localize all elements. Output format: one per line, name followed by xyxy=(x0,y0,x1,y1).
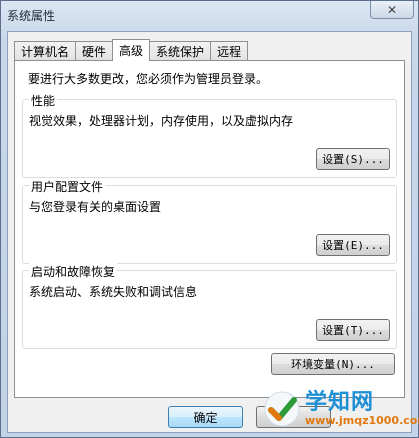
tab-hardware[interactable]: 硬件 xyxy=(75,41,114,61)
tab-label: 计算机名 xyxy=(21,45,70,59)
window-title: 系统属性 xyxy=(7,9,56,23)
tab-label: 硬件 xyxy=(82,45,107,59)
watermark-logo: 学知网 www.jmqz1000.com xyxy=(263,385,419,433)
user-profiles-group-title: 用户配置文件 xyxy=(29,178,106,195)
tab-label: 系统保护 xyxy=(156,45,205,59)
close-button[interactable]: ✕ xyxy=(370,1,414,19)
user-profiles-group: 用户配置文件 与您登录有关的桌面设置 设置(E)... xyxy=(22,178,397,264)
performance-group-title: 性能 xyxy=(29,92,58,109)
user-profiles-description: 与您登录有关的桌面设置 xyxy=(29,200,162,214)
environment-variables-button[interactable]: 环境变量(N)... xyxy=(271,353,395,375)
ok-button[interactable]: 确定 xyxy=(168,406,243,428)
watermark-check-icon xyxy=(263,390,301,428)
performance-group: 性能 视觉效果，处理器计划，内存使用，以及虚拟内存 设置(S)... xyxy=(22,92,397,178)
tab-strip: 计算机名 硬件 高级 系统保护 远程 xyxy=(14,39,249,61)
performance-settings-button[interactable]: 设置(S)... xyxy=(316,148,390,170)
tab-remote[interactable]: 远程 xyxy=(210,41,249,61)
tab-advanced[interactable]: 高级 xyxy=(112,39,151,61)
startup-recovery-settings-button[interactable]: 设置(T)... xyxy=(316,319,390,341)
startup-recovery-description: 系统启动、系统失败和调试信息 xyxy=(29,285,198,299)
watermark-url: www.jmqz1000.com xyxy=(305,414,419,428)
user-profiles-settings-button[interactable]: 设置(E)... xyxy=(316,234,390,256)
tab-label: 远程 xyxy=(217,45,242,59)
close-icon: ✕ xyxy=(386,2,398,17)
dialog-client-area: 计算机名 硬件 高级 系统保护 远程 要进行大多数更改，您必须作为管理员登录。 … xyxy=(7,31,412,433)
performance-description: 视觉效果，处理器计划，内存使用，以及虚拟内存 xyxy=(29,114,294,128)
admin-notice: 要进行大多数更改，您必须作为管理员登录。 xyxy=(28,72,269,86)
startup-recovery-group: 启动和故障恢复 系统启动、系统失败和调试信息 设置(T)... xyxy=(22,263,397,349)
tab-label: 高级 xyxy=(119,44,144,58)
tab-system-protection[interactable]: 系统保护 xyxy=(149,41,212,61)
tab-computer-name[interactable]: 计算机名 xyxy=(14,41,77,61)
system-properties-window: 系统属性 ✕ 计算机名 硬件 高级 系统保护 远程 要进行大多数更改，您必须作为… xyxy=(0,0,419,438)
advanced-tab-panel: 要进行大多数更改，您必须作为管理员登录。 性能 视觉效果，处理器计划，内存使用，… xyxy=(14,60,405,398)
title-bar[interactable]: 系统属性 ✕ xyxy=(1,1,418,29)
watermark-brand: 学知网 xyxy=(305,389,375,415)
startup-recovery-group-title: 启动和故障恢复 xyxy=(29,263,118,280)
